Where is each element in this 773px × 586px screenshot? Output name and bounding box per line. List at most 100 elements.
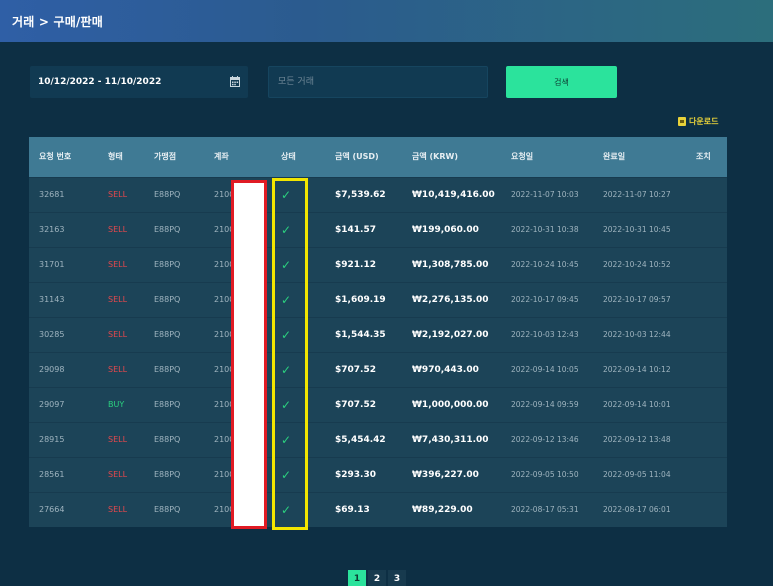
- filter-row: 10/12/2022 - 11/10/2022 검색: [30, 66, 730, 98]
- cell-completed: 2022-10-03 12:44: [603, 330, 671, 339]
- top-bar: 거래 > 구매/판매: [0, 0, 773, 42]
- cell-type: SELL: [108, 225, 128, 234]
- cell-usd: $7,539.62: [335, 189, 386, 200]
- cell-usd: $1,609.19: [335, 294, 386, 305]
- search-input[interactable]: [268, 66, 488, 98]
- cell-usd: $5,454.42: [335, 434, 386, 445]
- download-icon: [678, 117, 686, 126]
- transactions-table: 요청 번호 형태 가맹점 계좌 상태 금액 (USD) 금액 (KRW) 요청일…: [29, 137, 727, 527]
- cell-request-id: 31143: [39, 295, 65, 304]
- table-row[interactable]: 32163 SELL E88PQ 2100 ✓ $141.57 ₩199,060…: [29, 212, 727, 247]
- cell-action[interactable]: [686, 247, 727, 282]
- cell-requested: 2022-09-14 10:05: [511, 365, 579, 374]
- cell-action[interactable]: [686, 177, 727, 212]
- cell-request-id: 30285: [39, 330, 65, 339]
- cell-type: SELL: [108, 295, 128, 304]
- cell-krw: ₩1,308,785.00: [412, 259, 489, 270]
- cell-type: SELL: [108, 330, 128, 339]
- cell-krw: ₩199,060.00: [412, 224, 479, 235]
- cell-merchant: E88PQ: [154, 260, 181, 269]
- table-row[interactable]: 28915 SELL E88PQ 2100 ✓ $5,454.42 ₩7,430…: [29, 422, 727, 457]
- cell-action[interactable]: [686, 492, 727, 527]
- download-link[interactable]: 다운로드: [678, 116, 718, 127]
- cell-action[interactable]: [686, 317, 727, 352]
- search-button[interactable]: 검색: [506, 66, 617, 98]
- page-button-2[interactable]: 2: [368, 570, 386, 586]
- cell-completed: 2022-09-14 10:01: [603, 400, 671, 409]
- table-row[interactable]: 30285 SELL E88PQ 2100 ✓ $1,544.35 ₩2,192…: [29, 317, 727, 352]
- column-header-completed: 완료일: [603, 152, 626, 162]
- table-row[interactable]: 31143 SELL E88PQ 2100 ✓ $1,609.19 ₩2,276…: [29, 282, 727, 317]
- cell-krw: ₩2,192,027.00: [412, 329, 489, 340]
- cell-krw: ₩396,227.00: [412, 469, 479, 480]
- cell-merchant: E88PQ: [154, 225, 181, 234]
- cell-completed: 2022-08-17 06:01: [603, 505, 671, 515]
- cell-request-id: 31701: [39, 260, 65, 269]
- account-redaction-box: [231, 180, 267, 529]
- table-row[interactable]: 28561 SELL E88PQ 2100 ✓ $293.30 ₩396,227…: [29, 457, 727, 492]
- cell-requested: 2022-10-17 09:45: [511, 295, 579, 304]
- cell-action[interactable]: [686, 282, 727, 317]
- cell-usd: $69.13: [335, 504, 370, 515]
- cell-completed: 2022-09-14 10:12: [603, 365, 671, 374]
- cell-action[interactable]: [686, 352, 727, 387]
- cell-type: SELL: [108, 435, 128, 444]
- cell-krw: ₩1,000,000.00: [412, 399, 489, 410]
- cell-usd: $141.57: [335, 224, 376, 235]
- table-row[interactable]: 29097 BUY E88PQ 2100 ✓ $707.52 ₩1,000,00…: [29, 387, 727, 422]
- cell-request-id: 29098: [39, 365, 65, 374]
- page-button-3[interactable]: 3: [388, 570, 406, 586]
- cell-merchant: E88PQ: [154, 330, 181, 339]
- pagination: 1 2 3: [348, 570, 406, 586]
- status-highlight-box: [272, 178, 308, 530]
- cell-completed: 2022-09-12 13:48: [603, 435, 671, 444]
- table-header-row: 요청 번호 형태 가맹점 계좌 상태 금액 (USD) 금액 (KRW) 요청일…: [29, 137, 727, 177]
- cell-completed: 2022-10-17 09:57: [603, 295, 671, 304]
- cell-requested: 2022-10-24 10:45: [511, 260, 579, 269]
- cell-completed: 2022-10-31 10:45: [603, 225, 671, 234]
- cell-krw: ₩89,229.00: [412, 504, 473, 515]
- table-row[interactable]: 29098 SELL E88PQ 2100 ✓ $707.52 ₩970,443…: [29, 352, 727, 387]
- cell-merchant: E88PQ: [154, 295, 181, 304]
- table-row[interactable]: 32681 SELL E88PQ 2100 ✓ $7,539.62 ₩10,41…: [29, 177, 727, 212]
- column-header-krw: 금액 (KRW): [412, 152, 459, 162]
- cell-completed: 2022-11-07 10:27: [603, 190, 671, 199]
- cell-merchant: E88PQ: [154, 400, 181, 409]
- cell-krw: ₩2,276,135.00: [412, 294, 489, 305]
- cell-requested: 2022-10-03 12:43: [511, 330, 579, 339]
- cell-type: SELL: [108, 505, 128, 515]
- cell-krw: ₩7,430,311.00: [412, 434, 489, 445]
- breadcrumb: 거래 > 구매/판매: [12, 14, 104, 29]
- date-range-picker[interactable]: 10/12/2022 - 11/10/2022: [30, 66, 248, 98]
- cell-merchant: E88PQ: [154, 435, 181, 444]
- cell-action[interactable]: [686, 457, 727, 492]
- cell-action[interactable]: [686, 212, 727, 247]
- cell-merchant: E88PQ: [154, 470, 181, 479]
- cell-request-id: 28915: [39, 435, 65, 444]
- cell-merchant: E88PQ: [154, 505, 181, 515]
- calendar-icon[interactable]: [230, 76, 240, 87]
- column-header-status: 상태: [281, 152, 296, 162]
- page-button-1[interactable]: 1: [348, 570, 366, 586]
- cell-type: BUY: [108, 400, 125, 409]
- cell-action[interactable]: [686, 387, 727, 422]
- cell-type: SELL: [108, 470, 128, 479]
- column-header-requested: 요청일: [511, 152, 534, 162]
- cell-requested: 2022-08-17 05:31: [511, 505, 579, 515]
- table-row[interactable]: 27664 SELL E88PQ 2100 ✓ $69.13 ₩89,229.0…: [29, 492, 727, 527]
- download-label: 다운로드: [689, 117, 719, 126]
- cell-action[interactable]: [686, 422, 727, 457]
- cell-merchant: E88PQ: [154, 365, 181, 374]
- table-row[interactable]: 31701 SELL E88PQ 2100 ✓ $921.12 ₩1,308,7…: [29, 247, 727, 282]
- cell-type: SELL: [108, 260, 128, 269]
- column-header-account: 계좌: [214, 152, 229, 162]
- cell-request-id: 32163: [39, 225, 65, 234]
- cell-type: SELL: [108, 190, 128, 199]
- date-range-value: 10/12/2022 - 11/10/2022: [38, 77, 162, 87]
- cell-completed: 2022-09-05 11:04: [603, 470, 671, 479]
- column-header-merchant: 가맹점: [154, 152, 177, 162]
- cell-requested: 2022-09-14 09:59: [511, 400, 579, 409]
- column-header-action: 조치: [696, 152, 711, 162]
- cell-requested: 2022-09-05 10:50: [511, 470, 579, 479]
- cell-merchant: E88PQ: [154, 190, 181, 199]
